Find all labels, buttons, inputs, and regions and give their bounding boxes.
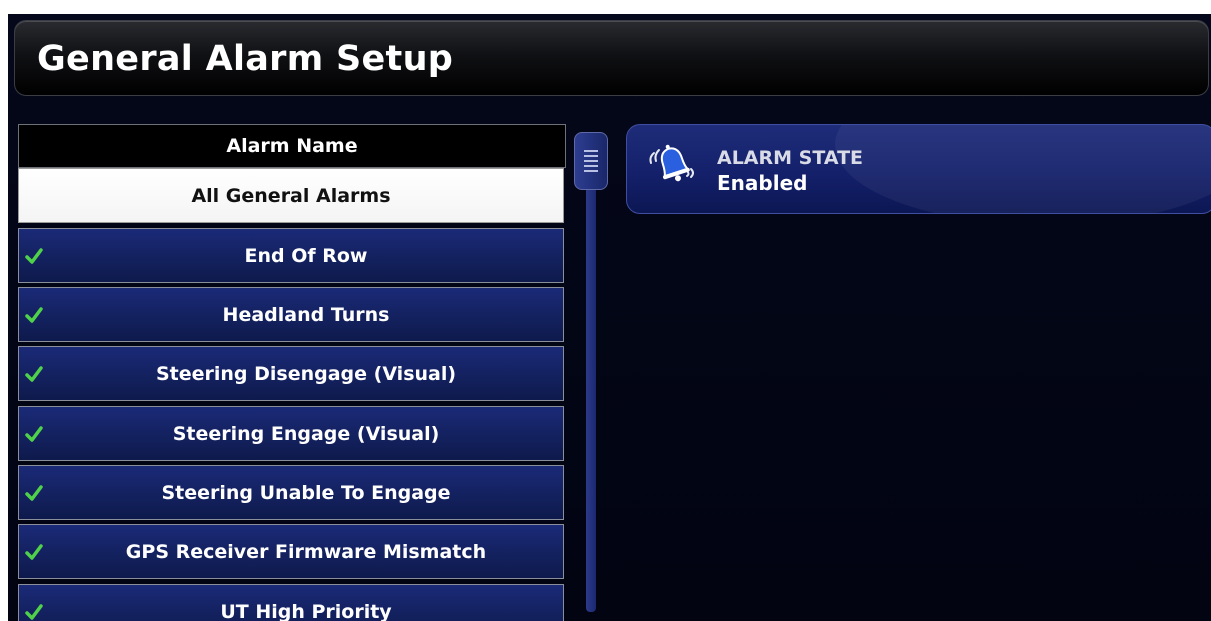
list-item[interactable]: GPS Receiver Firmware Mismatch: [18, 524, 564, 579]
alarm-state-value: Enabled: [717, 171, 808, 195]
grip-line: [584, 170, 598, 172]
checkmark-icon: [25, 426, 43, 442]
list-item[interactable]: UT High Priority: [18, 584, 564, 621]
title-bar: General Alarm Setup: [14, 20, 1209, 96]
grip-line: [584, 155, 598, 157]
page-title: General Alarm Setup: [37, 39, 454, 79]
checkmark-icon: [25, 544, 43, 560]
list-item-all-general-alarms[interactable]: All General Alarms: [18, 168, 564, 223]
list-item-label: Steering Disengage (Visual): [155, 362, 457, 385]
checkmark-icon: [25, 248, 43, 264]
alarm-bell-icon: [649, 144, 694, 182]
list-item-label: UT High Priority: [220, 600, 392, 621]
list-item-label: Steering Unable To Engage: [161, 481, 451, 504]
scrollbar-thumb[interactable]: [574, 132, 608, 190]
checkmark-icon: [25, 307, 43, 323]
list-item[interactable]: Steering Engage (Visual): [18, 406, 564, 461]
list-item-label: Steering Engage (Visual): [172, 422, 440, 445]
list-item-label: End Of Row: [244, 244, 368, 267]
screen: General Alarm Setup Alarm Name All Gener…: [8, 14, 1211, 621]
grip-line: [584, 150, 598, 152]
grip-line: [584, 160, 598, 162]
alarm-list: Alarm Name All General Alarms End Of Row…: [18, 124, 566, 621]
card-sheen: [835, 125, 1211, 213]
alarm-state-title: ALARM STATE: [717, 147, 864, 169]
list-item-label: All General Alarms: [191, 184, 391, 207]
list-item[interactable]: Steering Unable To Engage: [18, 465, 564, 520]
checkmark-icon: [25, 485, 43, 501]
checkmark-icon: [25, 366, 43, 382]
scrollbar-track[interactable]: [586, 132, 596, 612]
alarm-state-button[interactable]: ALARM STATE Enabled: [626, 124, 1211, 214]
list-item[interactable]: Steering Disengage (Visual): [18, 346, 564, 401]
list-item-label: Headland Turns: [222, 303, 390, 326]
list-item[interactable]: End Of Row: [18, 228, 564, 283]
list-item-label: GPS Receiver Firmware Mismatch: [125, 540, 487, 563]
list-item[interactable]: Headland Turns: [18, 287, 564, 342]
grip-line: [584, 165, 598, 167]
checkmark-icon: [25, 604, 43, 620]
alarm-name-column-header: Alarm Name: [18, 124, 566, 168]
